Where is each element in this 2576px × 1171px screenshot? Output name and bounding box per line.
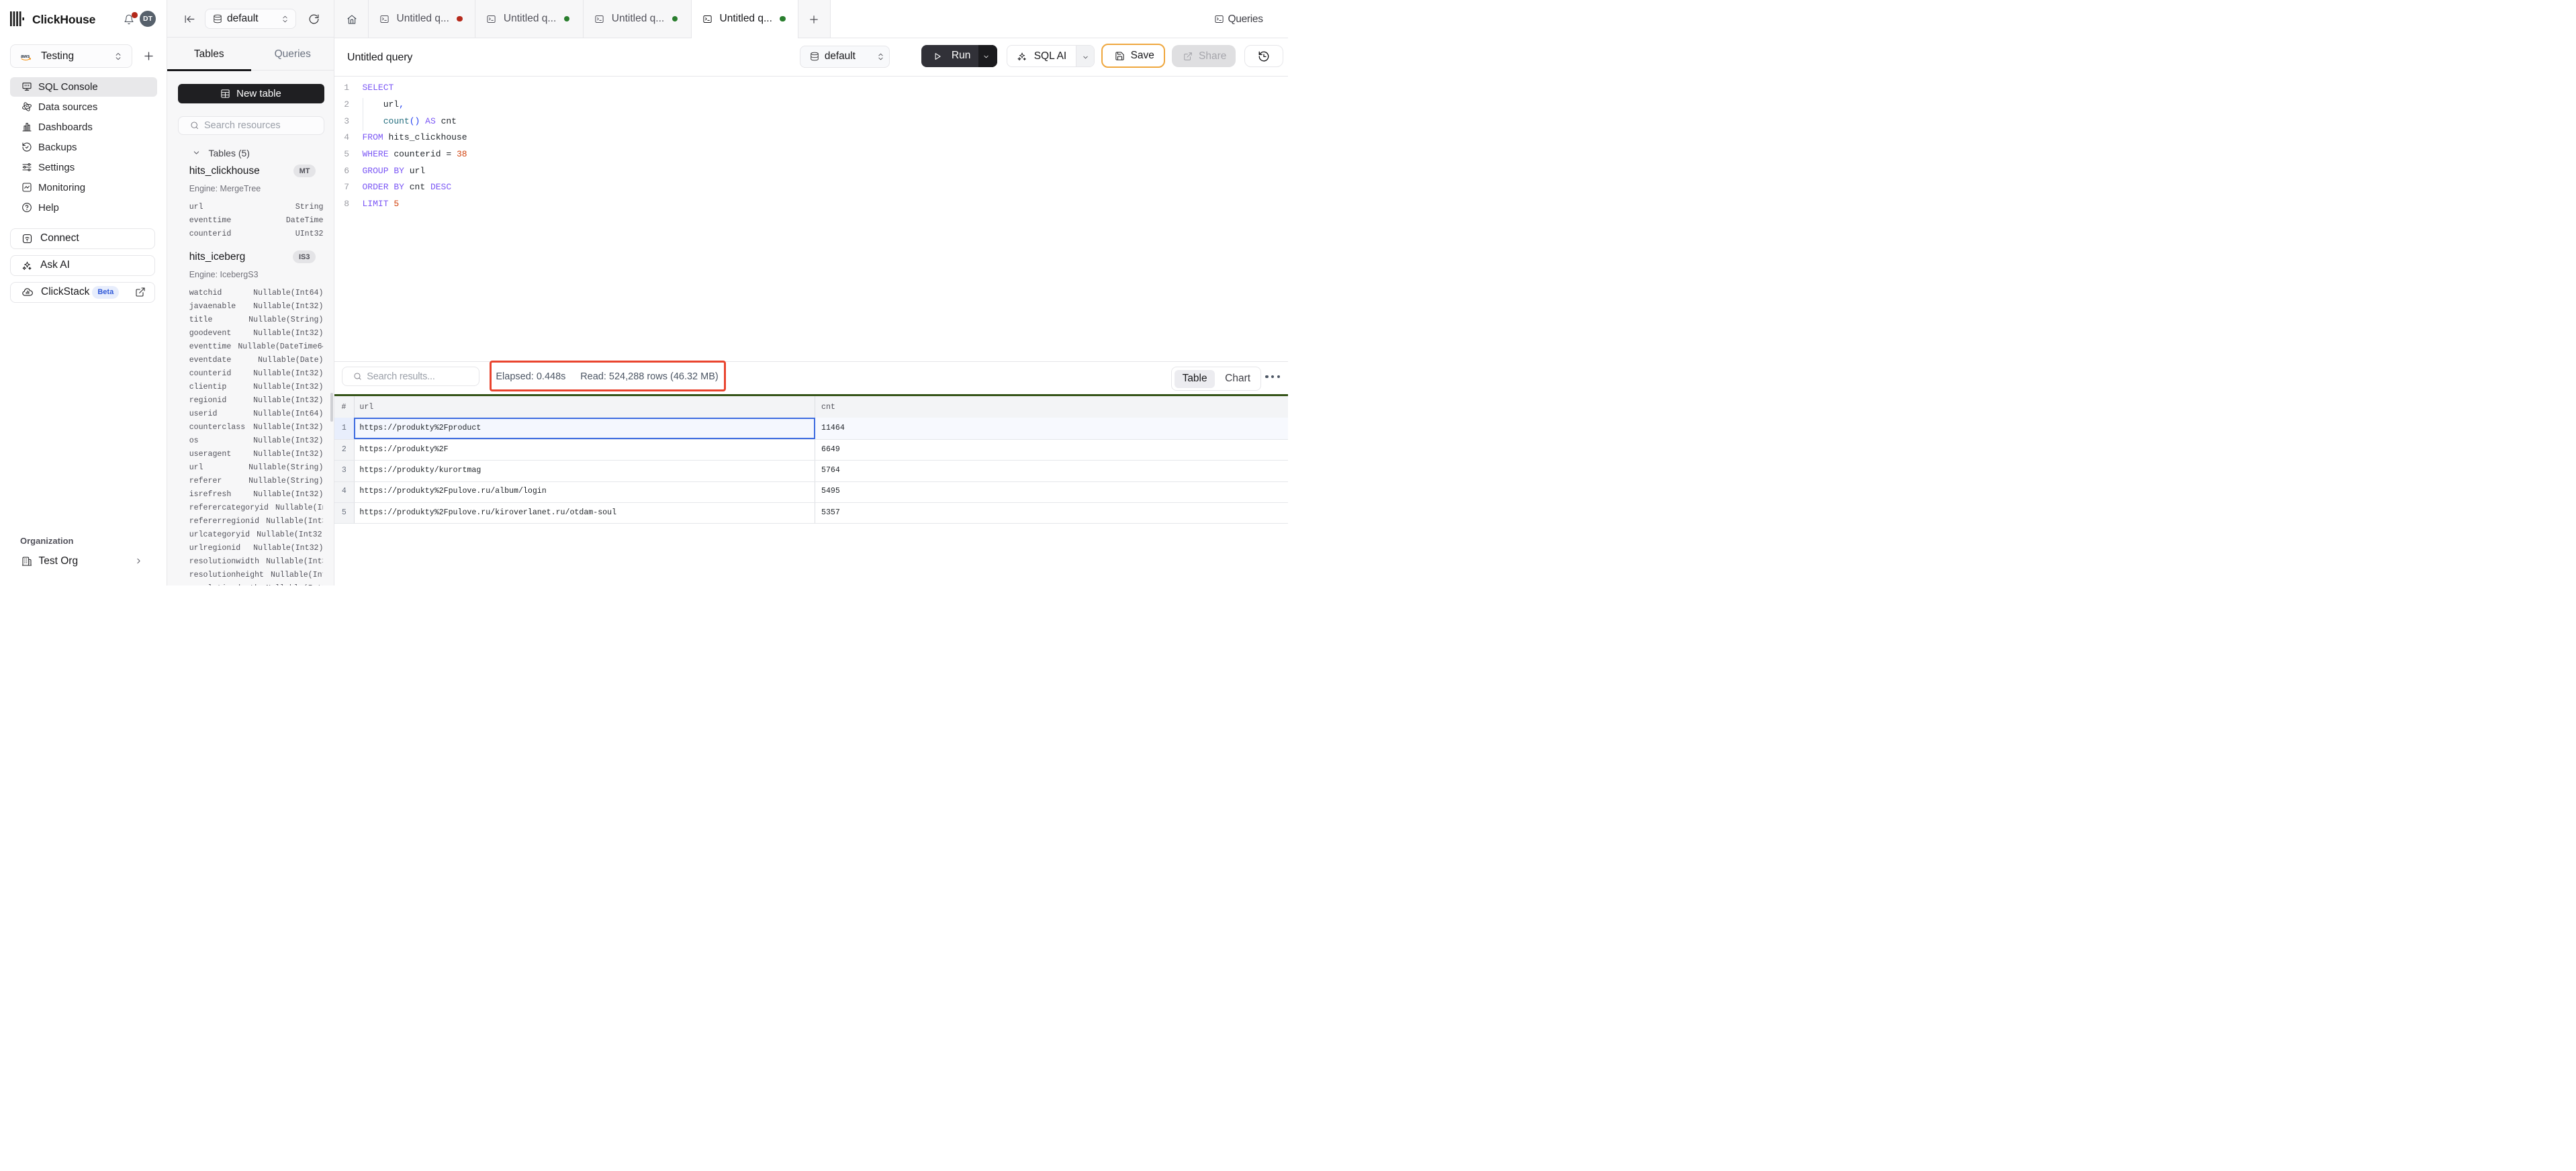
svg-text:aws: aws <box>21 54 30 59</box>
